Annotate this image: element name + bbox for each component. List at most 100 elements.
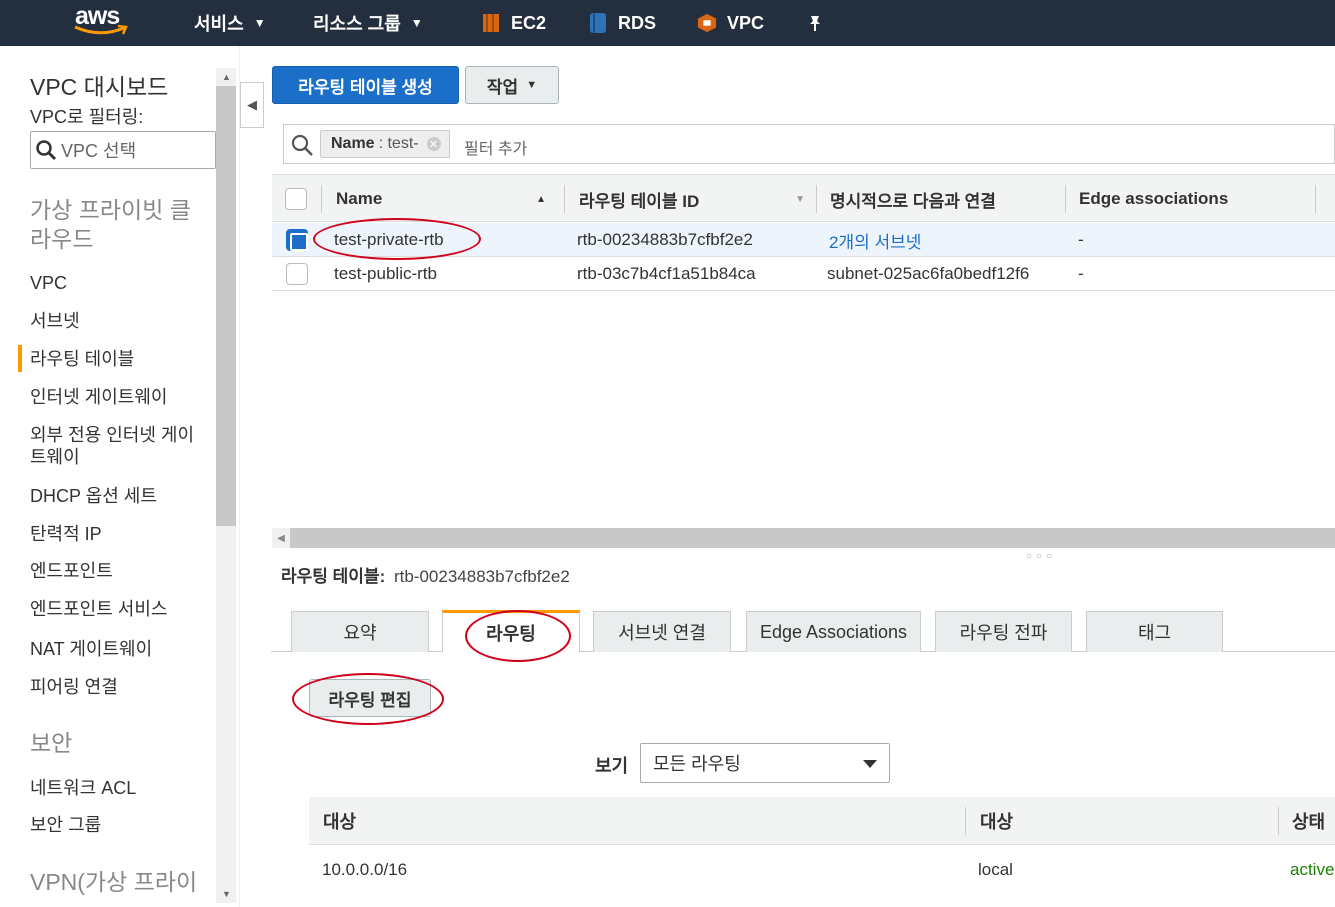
chevron-down-icon: ▼	[410, 16, 423, 30]
column-header-id[interactable]: 라우팅 테이블 ID ▼	[579, 175, 809, 223]
detail-title: 라우팅 테이블: rtb-00234883b7cfbf2e2	[281, 562, 570, 587]
column-header-destination[interactable]: 대상	[323, 797, 356, 845]
column-header-id-label: 라우팅 테이블 ID	[579, 191, 700, 211]
scroll-up-icon[interactable]: ▲	[222, 72, 231, 82]
annotation-circle-routes-tab	[465, 610, 571, 662]
vpc-filter-select[interactable]: VPC 선택	[30, 131, 216, 169]
create-route-table-button[interactable]: 라우팅 테이블 생성	[272, 66, 459, 104]
cell-edge-assoc: -	[1078, 230, 1084, 249]
filter-chip-value: : test-	[378, 135, 419, 152]
horizontal-scrollbar-thumb[interactable]	[290, 528, 1335, 548]
vpc-filter-placeholder: VPC 선택	[61, 141, 137, 161]
tab-route-propagation[interactable]: 라우팅 전파	[935, 611, 1072, 652]
sidebar-item-internet-gateways[interactable]: 인터넷 게이트웨이	[30, 386, 210, 408]
actions-dropdown-button[interactable]: 작업 ▼	[465, 66, 559, 104]
section-heading-vpn: VPN(가상 프라이	[30, 869, 198, 895]
sidebar-item-egress-only-igw[interactable]: 외부 전용 인터넷 게이트웨이	[30, 424, 210, 468]
tab-subnet-associations[interactable]: 서브넷 연결	[593, 611, 731, 652]
column-separator	[1065, 185, 1066, 213]
sidebar-item-network-acl[interactable]: 네트워크 ACL	[30, 777, 210, 799]
sidebar-item-nat-gateways[interactable]: NAT 게이트웨이	[30, 638, 210, 660]
view-filter-select[interactable]: 모든 라우팅	[640, 743, 890, 783]
view-filter-value: 모든 라우팅	[653, 754, 741, 774]
pin-button[interactable]	[806, 0, 824, 46]
column-separator	[1315, 185, 1316, 213]
detail-tabs: 요약 라우팅 서브넷 연결 Edge Associations 라우팅 전파 태…	[271, 610, 1335, 652]
ec2-shortcut[interactable]: EC2	[481, 0, 546, 46]
column-header-name-label: Name	[336, 189, 383, 208]
table-row[interactable]: test-public-rtb rtb-03c7b4cf1a51b84ca su…	[272, 257, 1335, 291]
collapse-sidebar-button[interactable]: ◀	[240, 82, 264, 128]
rds-icon	[590, 13, 606, 33]
column-header-target[interactable]: 대상	[980, 797, 1013, 845]
section-heading-vpc: 가상 프라이빗 클라우드	[30, 197, 191, 252]
ec2-icon	[483, 14, 499, 32]
cell-route-table-id: rtb-00234883b7cfbf2e2	[577, 230, 753, 249]
resource-groups-menu[interactable]: 리소스 그룹 ▼	[313, 0, 423, 46]
scroll-left-icon[interactable]: ◀	[272, 528, 290, 548]
filter-chip-name[interactable]: Name : test- ✕	[320, 130, 450, 158]
chevron-down-icon: ▼	[526, 79, 538, 91]
sidebar-item-subnets[interactable]: 서브넷	[30, 310, 210, 332]
route-status: active	[1290, 860, 1335, 879]
sidebar-item-endpoints[interactable]: 엔드포인트	[30, 560, 210, 582]
sidebar-item-elastic-ip[interactable]: 탄력적 IP	[30, 523, 210, 545]
resource-groups-menu-label: 리소스 그룹	[313, 14, 401, 34]
route-target: local	[978, 860, 1013, 879]
sidebar-item-peering[interactable]: 피어링 연결	[30, 676, 210, 698]
cell-edge-assoc: -	[1078, 264, 1084, 283]
select-all-checkbox[interactable]	[285, 188, 307, 210]
aws-logo[interactable]: aws	[72, 2, 132, 42]
detail-title-label: 라우팅 테이블:	[281, 567, 386, 586]
filter-bar[interactable]: Name : test- ✕ 필터 추가	[283, 124, 1335, 164]
rds-shortcut-label: RDS	[618, 12, 657, 33]
sidebar-scrollbar[interactable]: ▲ ▼	[216, 68, 236, 903]
column-separator	[816, 185, 817, 213]
row-checkbox[interactable]	[286, 263, 308, 285]
services-menu[interactable]: 서비스 ▼	[194, 0, 266, 46]
scroll-down-icon[interactable]: ▼	[222, 889, 231, 899]
sidebar-item-route-tables[interactable]: 라우팅 테이블	[30, 348, 210, 370]
column-header-name[interactable]: Name ▲	[336, 175, 556, 223]
annotation-circle-edit-routes	[292, 673, 444, 725]
resize-handle-icon[interactable]: ○○○	[1026, 551, 1056, 562]
sort-ascending-icon[interactable]: ▲	[536, 194, 546, 205]
section-heading-security: 보안	[30, 730, 73, 756]
rds-shortcut[interactable]: RDS	[588, 0, 656, 46]
detail-title-id: rtb-00234883b7cfbf2e2	[393, 567, 570, 586]
remove-filter-icon[interactable]: ✕	[426, 137, 441, 151]
tab-tags[interactable]: 태그	[1086, 611, 1223, 652]
add-filter-input[interactable]: 필터 추가	[464, 135, 527, 159]
route-tables-table-header: Name ▲ 라우팅 테이블 ID ▼ 명시적으로 다음과 연결 Edge as…	[272, 174, 1335, 222]
actions-label: 작업	[486, 77, 519, 97]
sidebar-item-security-groups[interactable]: 보안 그룹	[30, 814, 210, 836]
vpc-shortcut[interactable]: VPC	[697, 0, 764, 46]
tab-edge-associations[interactable]: Edge Associations	[746, 611, 921, 652]
column-header-edge-assoc[interactable]: Edge associations	[1079, 175, 1228, 223]
filter-chip-key: Name	[331, 135, 375, 152]
route-row: 10.0.0.0/16 local active	[309, 846, 1335, 894]
cell-explicit-assoc-link[interactable]: 2개의 서브넷	[829, 223, 921, 257]
vpc-dashboard-link[interactable]: VPC 대시보드	[30, 68, 168, 102]
vpc-filter-label: VPC로 필터링:	[30, 107, 144, 127]
column-separator	[564, 185, 565, 213]
tab-summary[interactable]: 요약	[291, 611, 429, 652]
sidebar-item-vpc[interactable]: VPC	[30, 272, 210, 294]
annotation-circle-selected-row	[313, 218, 481, 260]
sidebar-item-endpoint-services[interactable]: 엔드포인트 서비스	[30, 598, 210, 620]
pin-icon	[810, 16, 820, 31]
column-header-explicit-assoc[interactable]: 명시적으로 다음과 연결	[830, 175, 996, 223]
caret-down-icon	[863, 760, 877, 768]
active-item-indicator	[18, 345, 22, 372]
column-separator	[321, 185, 322, 213]
column-header-status[interactable]: 상태	[1292, 797, 1325, 845]
search-icon	[36, 140, 57, 161]
cell-name: test-public-rtb	[334, 264, 437, 283]
table-horizontal-scrollbar[interactable]: ◀	[272, 528, 1335, 548]
row-checkbox[interactable]	[286, 229, 308, 251]
main-content: 라우팅 테이블 생성 작업 ▼ Name : test- ✕ 필터 추가 Nam…	[271, 46, 1335, 907]
sidebar-scrollbar-thumb[interactable]	[216, 86, 236, 526]
sort-toggle-icon[interactable]: ▼	[795, 194, 805, 205]
sidebar-item-dhcp-options[interactable]: DHCP 옵션 세트	[30, 485, 210, 507]
top-navigation-bar: aws 서비스 ▼ 리소스 그룹 ▼ EC2 RDS VPC	[0, 0, 1335, 46]
